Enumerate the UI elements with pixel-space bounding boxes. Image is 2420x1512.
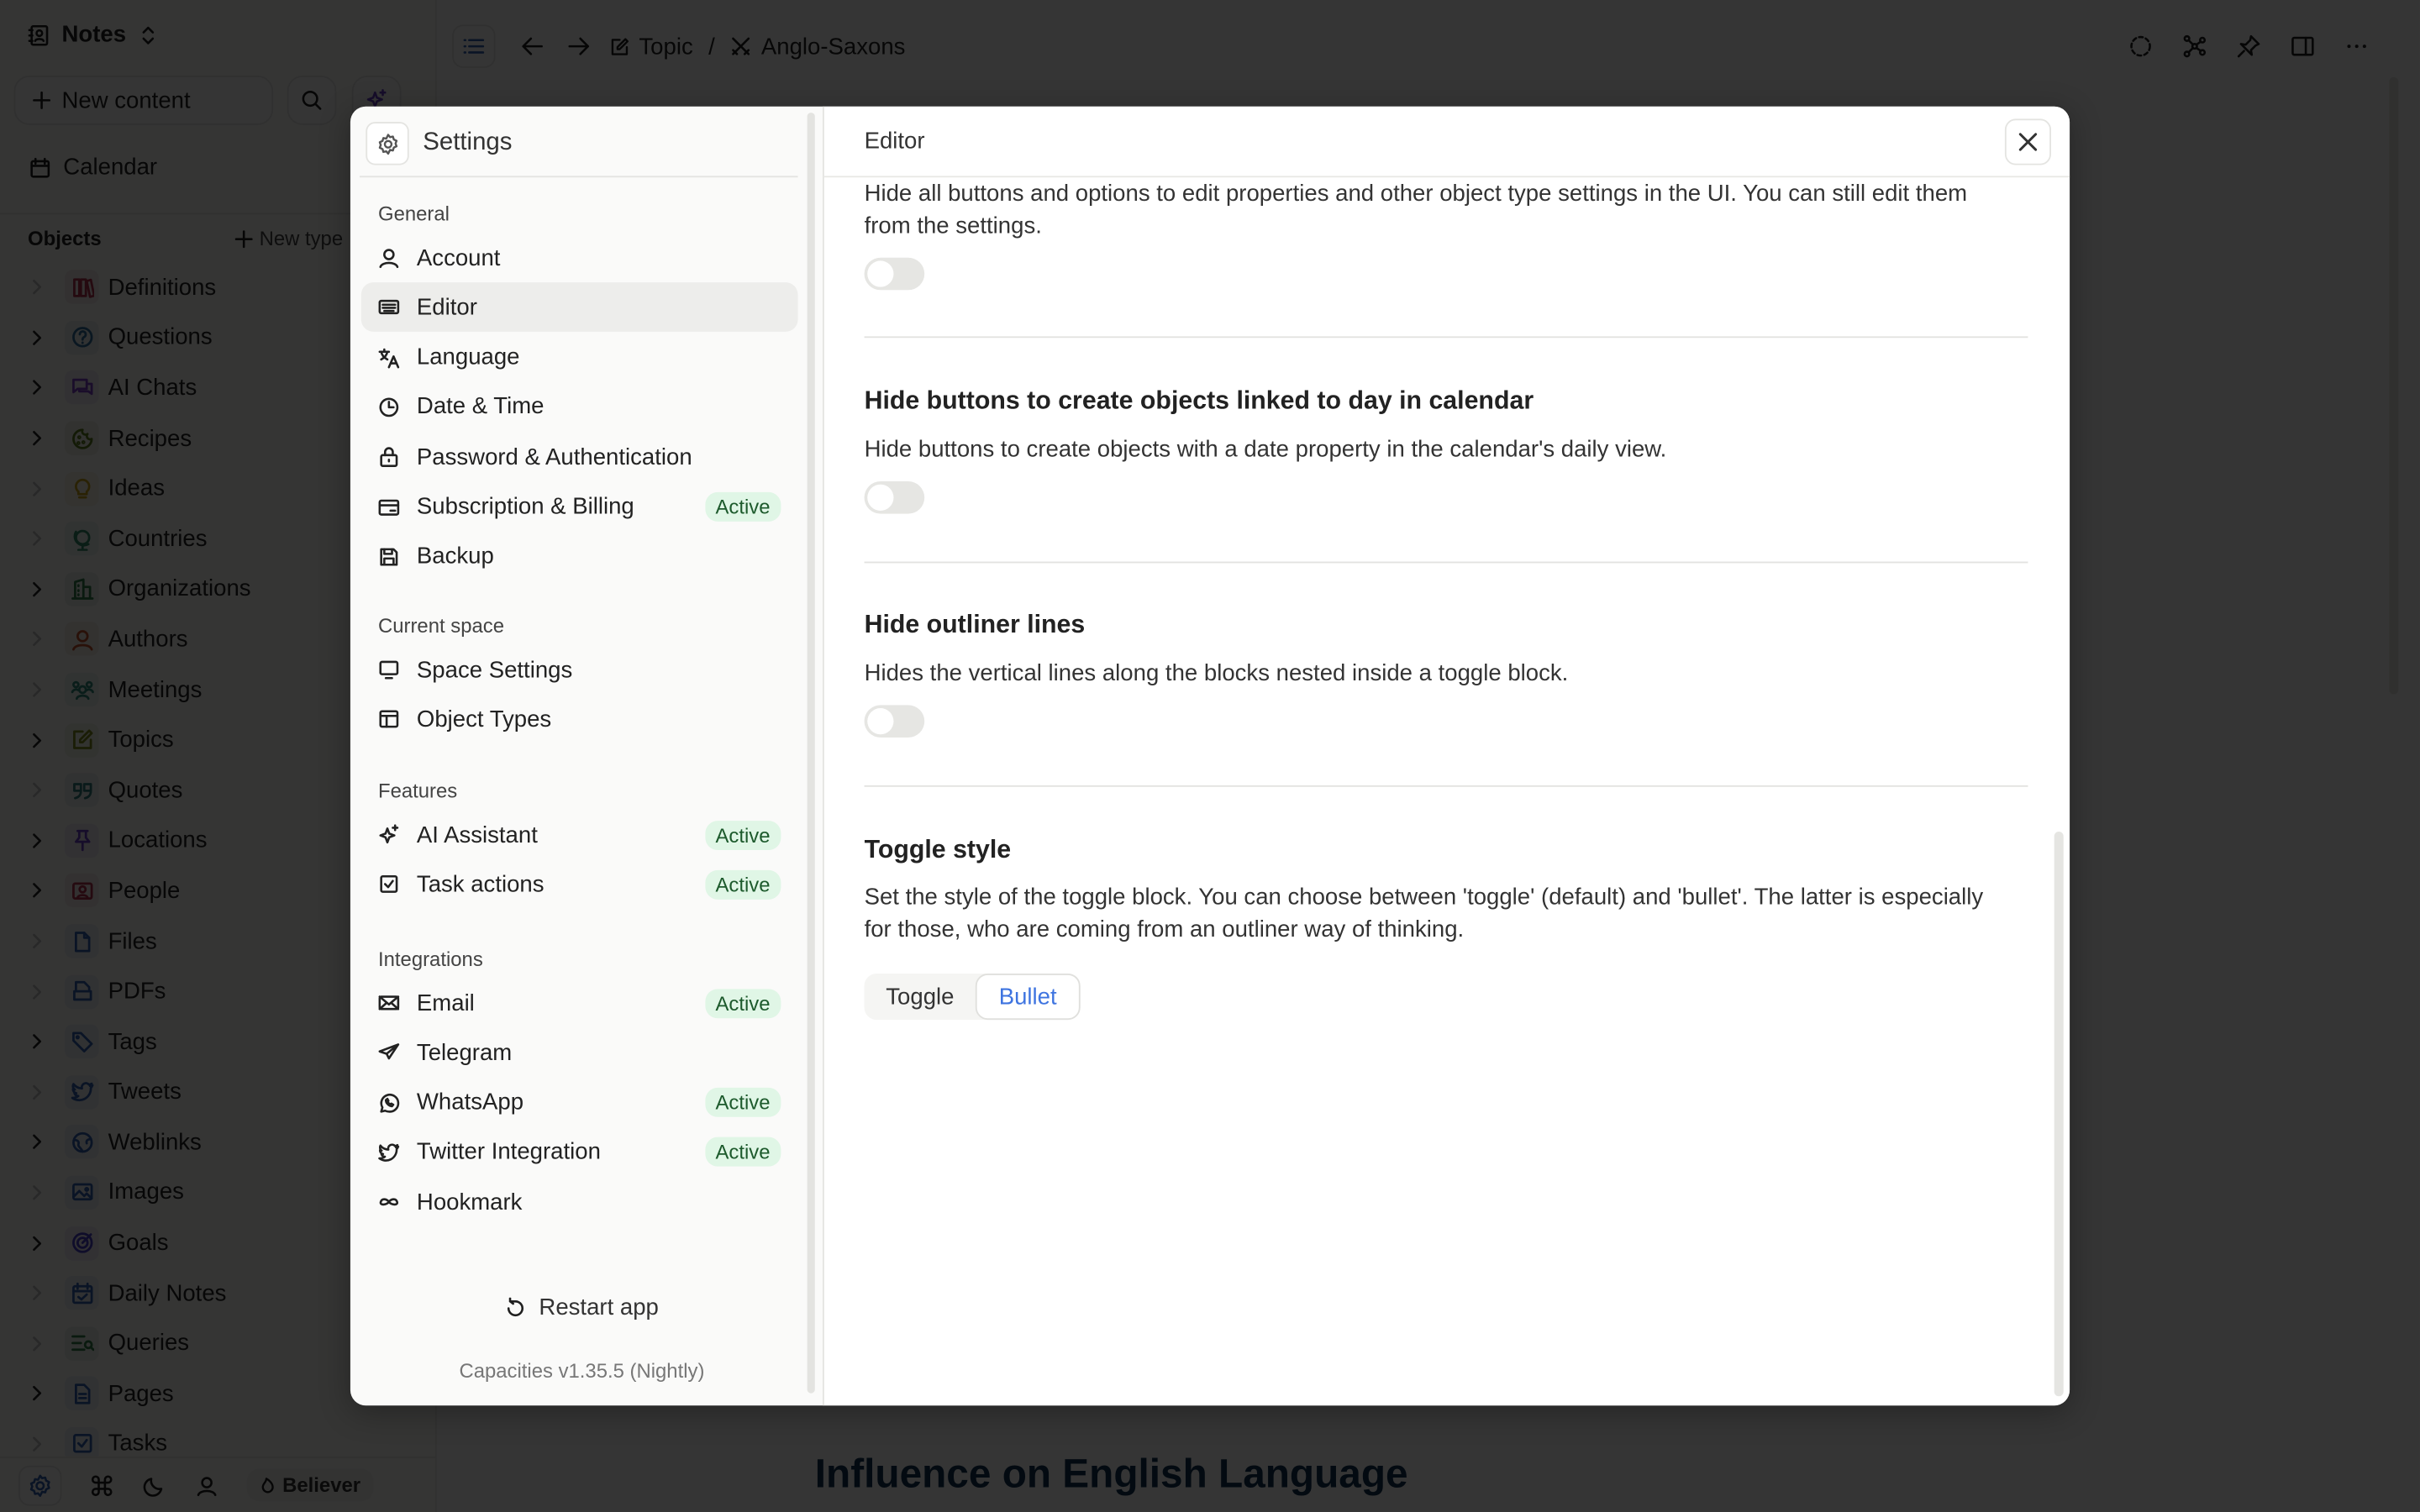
option-divider (864, 561, 2028, 564)
settings-nav-label: Space Settings (416, 656, 573, 683)
settings-nav-email[interactable]: Email Active (361, 978, 798, 1027)
translate-icon (376, 345, 401, 370)
settings-nav-label: Email (416, 990, 475, 1016)
close-icon (2018, 131, 2039, 153)
infinity-icon (376, 1189, 401, 1214)
settings-nav-label: Editor (416, 294, 477, 321)
option-heading: Hide outliner lines (864, 611, 1086, 639)
close-button[interactable] (2004, 118, 2052, 165)
settings-section-heading: Integrations (377, 947, 483, 971)
settings-nav-backup[interactable]: Backup (361, 532, 798, 581)
settings-section-heading: Features (377, 779, 458, 803)
settings-nav-twitter-integration[interactable]: Twitter Integration Active (361, 1127, 798, 1177)
nav-divider (359, 176, 798, 178)
option-divider (864, 336, 2028, 339)
settings-dialog: Settings General Account Editor Language Dat… (350, 106, 2070, 1406)
settings-nav-task-actions[interactable]: Task actions Active (361, 860, 798, 910)
credit-card-icon (376, 495, 401, 519)
settings-nav: Settings General Account Editor Language Dat… (350, 107, 815, 1406)
settings-nav-label: Password & Authentication (416, 444, 692, 470)
settings-header: Settings (366, 122, 512, 165)
panel-scrollbar[interactable] (2054, 831, 2064, 1397)
settings-nav-label: Account (416, 244, 501, 271)
settings-title: Settings (423, 129, 513, 156)
settings-nav-label: Hookmark (416, 1189, 523, 1215)
settings-nav-label: Object Types (416, 706, 552, 733)
checkbox-icon (376, 872, 401, 896)
status-badge: Active (704, 820, 781, 850)
send-icon (376, 1041, 401, 1065)
settings-section-heading: Current space (377, 614, 504, 638)
panel-title: Editor (864, 128, 925, 155)
layout-icon (376, 707, 401, 732)
settings-nav-label: Subscription & Billing (416, 493, 634, 520)
settings-nav-subscription-billing[interactable]: Subscription & Billing Active (361, 482, 798, 532)
clock-icon (376, 395, 401, 419)
user-icon (376, 245, 401, 270)
hide-edit-options-toggle[interactable] (864, 257, 925, 291)
whatsapp-icon (376, 1090, 401, 1115)
settings-nav-label: Language (416, 344, 520, 370)
option-description: Set the style of the toggle block. You c… (864, 884, 1984, 943)
settings-nav-date-time[interactable]: Date & Time (361, 382, 798, 432)
settings-nav-password-authentication[interactable]: Password & Authentication (361, 433, 798, 482)
settings-nav-telegram[interactable]: Telegram (361, 1028, 798, 1078)
gear-icon (366, 122, 409, 165)
settings-nav-language[interactable]: Language (361, 333, 798, 382)
settings-nav-space-settings[interactable]: Space Settings (361, 645, 798, 695)
monitor-icon (376, 657, 401, 681)
option-heading: Hide buttons to create objects linked to… (864, 387, 1534, 416)
settings-nav-label: Twitter Integration (416, 1139, 601, 1166)
settings-nav-whatsapp[interactable]: WhatsApp Active (361, 1078, 798, 1127)
option-heading: Toggle style (864, 836, 1012, 864)
keyboard-icon (376, 295, 401, 319)
settings-nav-label: AI Assistant (416, 822, 538, 848)
mail-icon (376, 990, 401, 1015)
hide-calendar-create-buttons-toggle[interactable] (864, 481, 925, 514)
restart-app-button[interactable]: Restart app (350, 1294, 813, 1320)
settings-nav-label: Task actions (416, 871, 544, 898)
restart-label: Restart app (539, 1294, 659, 1321)
settings-nav-label: Date & Time (416, 394, 544, 421)
option-description: Hide buttons to create objects with a da… (864, 436, 1667, 464)
nav-scrollbar[interactable] (807, 113, 815, 1394)
toggle-style-segmented-control: Toggle Bullet (864, 973, 1081, 1021)
twitter-icon (376, 1140, 401, 1164)
status-badge: Active (704, 988, 781, 1018)
option-description: Hide all buttons and options to edit pro… (864, 180, 1968, 239)
status-badge: Active (704, 869, 781, 900)
save-icon (376, 544, 401, 569)
settings-nav-label: Backup (416, 543, 494, 570)
editor-settings-panel: Editor Hide all buttons and options to e… (822, 106, 2070, 1406)
settings-nav-account[interactable]: Account (361, 233, 798, 282)
status-badge: Active (704, 1088, 781, 1117)
settings-nav-label: Telegram (416, 1039, 513, 1066)
restart-icon (505, 1296, 527, 1319)
app-version: Capacities v1.35.5 (Nightly) (459, 1359, 705, 1383)
status-badge: Active (704, 1137, 781, 1168)
option-description: Hides the vertical lines along the block… (864, 660, 1569, 687)
settings-nav-editor[interactable]: Editor (360, 282, 798, 333)
settings-nav-hookmark[interactable]: Hookmark (361, 1178, 798, 1227)
toggle-style-option-toggle[interactable]: Toggle (865, 974, 976, 1020)
settings-nav-label: WhatsApp (416, 1089, 524, 1116)
sparkle-icon (376, 822, 401, 847)
settings-section-heading: General (377, 202, 450, 226)
status-badge: Active (704, 491, 781, 522)
hide-outliner-lines-toggle[interactable] (864, 705, 925, 738)
lock-icon (376, 444, 401, 469)
toggle-style-option-bullet[interactable]: Bullet (976, 973, 1081, 1021)
settings-nav-object-types[interactable]: Object Types (361, 695, 798, 744)
settings-nav-ai-assistant[interactable]: AI Assistant Active (361, 810, 798, 859)
option-divider (864, 785, 2028, 787)
